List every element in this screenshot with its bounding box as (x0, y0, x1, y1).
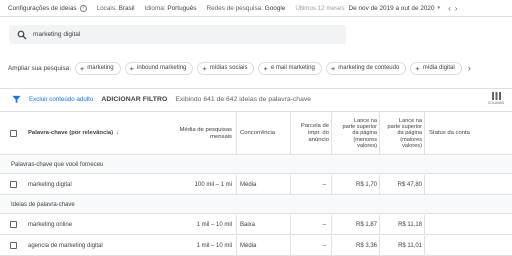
language-label: Idioma: (144, 4, 166, 12)
impr-share-cell: – (322, 182, 326, 188)
results-count: Exibindo 641 de 642 ideias de palavra-ch… (175, 96, 312, 103)
locations-filter[interactable]: Locais: Brasil (97, 5, 135, 12)
group-label: Palavras-chave que você forneceu (11, 161, 104, 168)
network-label: Redes de pesquisa: (206, 4, 263, 12)
idea-settings-title: Configurações de ideias (8, 4, 77, 12)
competition-cell: Média (240, 182, 257, 188)
idea-settings-bar: Configurações de ideias ? Locais: Brasil… (0, 0, 512, 17)
header-line: valores) (357, 142, 377, 149)
impr-share-cell: – (322, 222, 326, 228)
plus-icon: + (330, 63, 336, 73)
keyword-cell: marketing digital (28, 182, 72, 188)
suggestion-chip[interactable]: + mídias sociais (197, 61, 255, 75)
group-header-ideas: Ideias de palavra-chave (0, 196, 512, 214)
suggestion-chip[interactable]: + e mail marketing (258, 61, 322, 75)
column-header-bid-high[interactable]: Lance na parte superior da página (maiores v… (381, 112, 422, 155)
column-header-keyword[interactable]: Palavra-chave (por relevância) ↓ (28, 112, 168, 155)
avg-searches-cell: 1 mil – 10 mil (196, 243, 232, 249)
keyword-header-label: Palavra-chave (por relevância) (28, 130, 114, 136)
broaden-search-label: Ampliar sua pesquisa: (8, 64, 71, 72)
columns-label: COLUNAS (488, 101, 504, 105)
suggestion-chip[interactable]: + inbound marketing (124, 61, 194, 75)
row-checkbox[interactable] (10, 242, 17, 249)
chip-label: mídia digital (422, 65, 455, 71)
date-range-value[interactable]: De nov de 2019 a out de 2020 (349, 5, 435, 12)
filter-bar: Excluir conteúdo adulto ADICIONAR FILTRO… (0, 88, 512, 110)
plus-icon: + (129, 63, 134, 73)
header-line: mensais (210, 133, 232, 140)
locations-value: Brasil (118, 4, 135, 12)
header-line: valores) (402, 142, 422, 149)
columns-button[interactable]: COLUNAS (488, 92, 504, 105)
chip-label: marketing de conteudo (338, 65, 400, 71)
table-row[interactable]: marketing online 1 mil – 10 mil Baixa – … (0, 215, 512, 235)
chip-label: inbound marketing (137, 65, 187, 71)
chip-label: mídias sociais (209, 65, 248, 71)
plus-icon: + (415, 63, 420, 73)
row-checkbox[interactable] (10, 181, 17, 188)
broaden-search-bar: Ampliar sua pesquisa: + marketing + inboun… (0, 60, 512, 76)
columns-icon (491, 92, 501, 100)
search-icon (17, 30, 27, 39)
select-all-checkbox[interactable] (10, 130, 17, 137)
competition-cell: Baixa (240, 222, 256, 228)
date-period-label[interactable]: Últimos 12 meses (295, 5, 344, 12)
competition-header-label: Concorrência (240, 130, 276, 136)
column-header-bid-low[interactable]: Lance na parte superior da página (menores v… (333, 112, 377, 155)
suggestion-chip[interactable]: + mídia digital (410, 61, 462, 75)
bid-low-cell: R$ 3,36 (355, 243, 377, 249)
column-header-impr-share[interactable]: Parcela de impr. do anúncio (292, 112, 329, 155)
table-row[interactable]: marketing digital 100 mil – 1 mi Média –… (0, 175, 512, 195)
bid-low-cell: R$ 1,70 (355, 182, 377, 188)
funnel-icon[interactable] (12, 95, 21, 104)
chevron-left-icon[interactable]: ‹ (448, 4, 451, 13)
language-value: Português (167, 4, 197, 12)
row-checkbox[interactable] (10, 221, 17, 228)
bid-high-cell: R$ 11,18 (398, 222, 422, 228)
search-input-value[interactable]: marketing digital (33, 31, 80, 38)
suggestion-chip[interactable]: + marketing (74, 61, 121, 75)
table-header: Palavra-chave (por relevância) ↓ Média d… (0, 111, 512, 155)
table-row[interactable]: agencia de marketing digital 1 mil – 10 … (0, 236, 512, 256)
header-line: Média de pesquisas (179, 126, 232, 133)
bid-low-cell: R$ 1,87 (355, 222, 377, 228)
keyword-cell: marketing online (28, 222, 73, 228)
impr-share-cell: – (322, 243, 326, 249)
plus-icon: + (79, 63, 85, 73)
plus-icon: + (263, 63, 268, 73)
sort-arrow-icon: ↓ (116, 130, 120, 136)
header-line: impr. do (308, 130, 329, 136)
competition-cell: Média (240, 243, 257, 249)
header-line: Parcela de (300, 123, 329, 129)
exclude-adult-link[interactable]: Excluir conteúdo adulto (29, 96, 93, 103)
bid-high-cell: R$ 47,80 (397, 182, 422, 188)
group-header-provided: Palavras-chave que você forneceu (0, 156, 512, 174)
chip-label: marketing (87, 65, 114, 71)
chip-label: e mail marketing (270, 65, 315, 71)
plus-icon: + (202, 63, 207, 73)
keyword-search-field[interactable]: marketing digital (9, 25, 346, 44)
chevron-right-icon[interactable]: › (455, 4, 458, 13)
search-network-filter[interactable]: Redes de pesquisa: Google (206, 5, 285, 12)
avg-searches-cell: 1 mil – 10 mil (196, 222, 232, 228)
group-label: Ideias de palavra-chave (11, 201, 75, 208)
help-icon[interactable]: ? (79, 4, 87, 12)
suggestion-chip[interactable]: + marketing de conteudo (325, 61, 407, 75)
chevron-down-icon[interactable]: ▾ (438, 5, 441, 11)
locations-label: Locais: (96, 4, 117, 12)
column-header-competition[interactable]: Concorrência (240, 112, 290, 155)
keyword-cell: agencia de marketing digital (28, 243, 103, 249)
add-filter-button[interactable]: ADICIONAR FILTRO (101, 96, 167, 103)
status-header-label: Status da conta (429, 130, 470, 136)
header-line: anúncio (308, 137, 329, 143)
bid-high-cell: R$ 11,01 (398, 243, 422, 249)
avg-searches-cell: 100 mil – 1 mi (194, 182, 232, 188)
chevron-right-icon[interactable]: › (468, 63, 471, 73)
network-value: Google (264, 4, 286, 12)
column-header-account-status[interactable]: Status da conta (429, 112, 509, 155)
language-filter[interactable]: Idioma: Português (145, 5, 197, 12)
column-header-avg-searches[interactable]: Média de pesquisas mensais (168, 112, 232, 155)
